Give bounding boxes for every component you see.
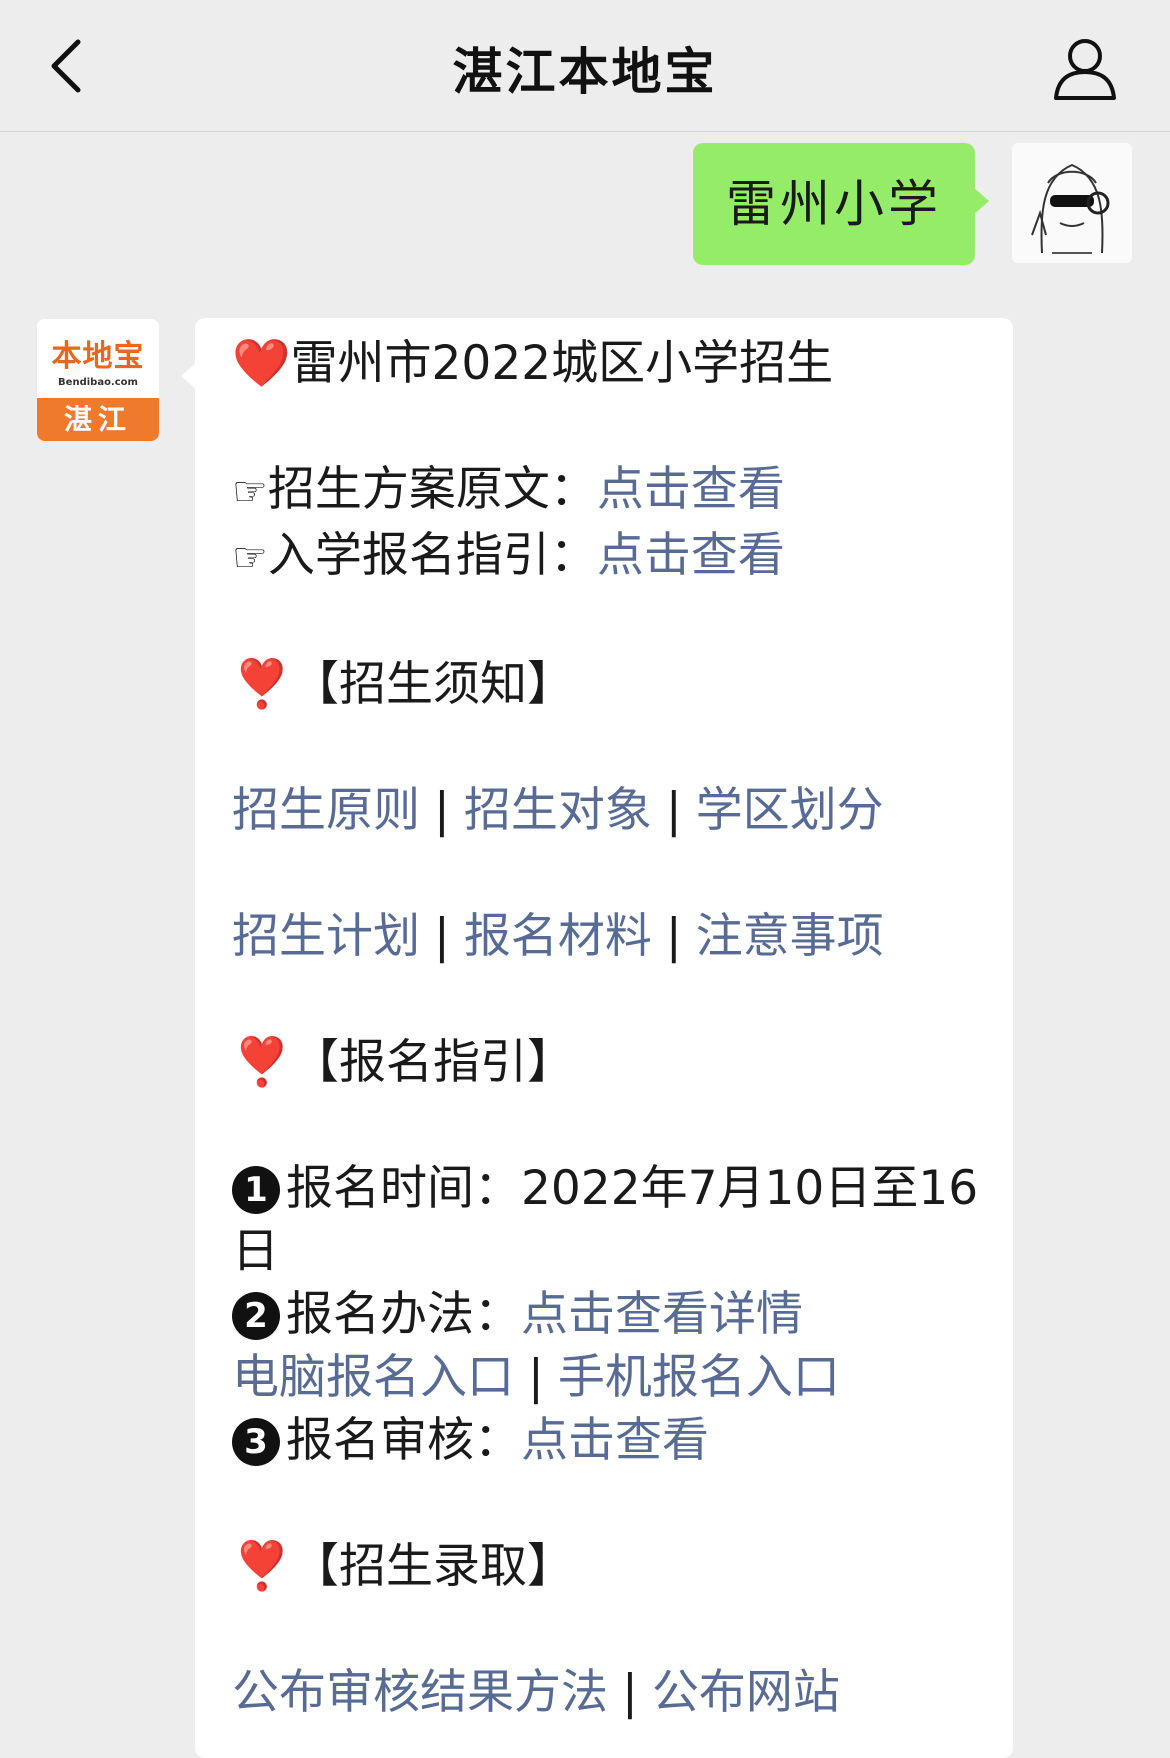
- message-content: ❤️雷州市2022城区小学招生 ☞招生方案原文：点击查看 ☞入学报名指引：点击查…: [232, 332, 992, 1724]
- section-heading-text: 【招生录取】: [292, 1539, 574, 1594]
- incoming-message-bubble: ❤️雷州市2022城区小学招生 ☞招生方案原文：点击查看 ☞入学报名指引：点击查…: [181, 318, 1013, 1758]
- link-school-districts[interactable]: 学区划分: [696, 783, 884, 838]
- user-avatar[interactable]: [1012, 143, 1132, 263]
- section-heading: ❣️【招生录取】: [232, 1535, 992, 1598]
- exclamation-heart-icon: ❣️: [232, 657, 292, 712]
- separator: |: [434, 783, 450, 838]
- outgoing-message-bubble[interactable]: 雷州小学: [693, 143, 989, 265]
- list-item-label: 报名时间：: [286, 1161, 521, 1216]
- outgoing-message-row: 雷州小学: [0, 143, 1170, 268]
- section-heading: ❣️【报名指引】: [232, 1031, 992, 1094]
- section-heading: ❣️【招生须知】: [232, 653, 992, 716]
- exclamation-heart-icon: ❣️: [232, 1035, 292, 1090]
- section-heading-text: 【报名指引】: [292, 1035, 574, 1090]
- list-item: 2 报名办法：点击查看详情: [232, 1283, 992, 1346]
- separator: |: [665, 909, 682, 964]
- separator: |: [665, 783, 682, 838]
- link-row: 电脑报名入口 | 手机报名入口: [232, 1346, 992, 1409]
- outgoing-message-text: 雷州小学: [726, 175, 942, 233]
- link-row: 公布审核结果方法 | 公布网站: [232, 1661, 992, 1724]
- separator: |: [434, 909, 450, 964]
- list-item-label: 报名办法：: [286, 1287, 521, 1342]
- pointing-hand-icon: ☞: [232, 535, 268, 581]
- number-two-icon: 2: [232, 1292, 280, 1340]
- link-row: 招生原则 | 招生对象 | 学区划分: [232, 779, 992, 842]
- logo-domain: Bendibao.com: [58, 377, 138, 388]
- logo-area: 本地宝 Bendibao.com: [37, 319, 159, 398]
- view-details-link[interactable]: 点击查看详情: [521, 1287, 803, 1342]
- link-row: 招生计划 | 报名材料 | 注意事项: [232, 905, 992, 968]
- number-one-icon: 1: [232, 1166, 280, 1214]
- list-item: 3 报名审核：点击查看: [232, 1409, 992, 1472]
- mobile-registration-link[interactable]: 手机报名入口: [558, 1350, 840, 1405]
- number-three-icon: 3: [232, 1418, 280, 1466]
- profile-button[interactable]: [1050, 34, 1120, 104]
- view-review-link[interactable]: 点击查看: [521, 1413, 709, 1468]
- list-item: ☞招生方案原文：点击查看: [232, 458, 992, 524]
- city-label: 湛江: [37, 398, 159, 441]
- separator: |: [622, 1665, 638, 1720]
- top-bar: 湛江本地宝: [0, 0, 1170, 132]
- list-item-label: 报名审核：: [286, 1413, 521, 1468]
- list-item-label: 入学报名指引：: [267, 528, 597, 583]
- bubble-tail: [181, 362, 197, 390]
- user-avatar-image: [1012, 143, 1132, 263]
- link-enrollment-principles[interactable]: 招生原则: [232, 783, 420, 838]
- bubble-tail: [973, 187, 989, 215]
- page-title: 湛江本地宝: [452, 43, 718, 101]
- section-heading-text: 【招生须知】: [292, 657, 574, 712]
- link-review-results-method[interactable]: 公布审核结果方法: [232, 1665, 608, 1720]
- list-item: ☞入学报名指引：点击查看: [232, 524, 992, 590]
- link-notes[interactable]: 注意事项: [696, 909, 884, 964]
- link-publish-website[interactable]: 公布网站: [652, 1665, 840, 1720]
- pointing-hand-icon: ☞: [232, 469, 268, 515]
- view-guide-link[interactable]: 点击查看: [597, 528, 785, 583]
- list-item: 1 报名时间：2022年7月10日至16日: [232, 1157, 992, 1283]
- exclamation-heart-icon: ❣️: [232, 1539, 292, 1594]
- separator: |: [528, 1350, 544, 1405]
- user-icon: [1054, 39, 1116, 100]
- list-item-label: 招生方案原文：: [267, 462, 597, 517]
- heart-icon: ❤️: [232, 336, 291, 391]
- link-enrollment-targets[interactable]: 招生对象: [464, 783, 652, 838]
- official-account-avatar[interactable]: 本地宝 Bendibao.com 湛江: [37, 319, 159, 441]
- link-registration-materials[interactable]: 报名材料: [464, 909, 652, 964]
- message-title-text: 雷州市2022城区小学招生: [290, 336, 834, 391]
- pc-registration-link[interactable]: 电脑报名入口: [232, 1350, 514, 1405]
- view-plan-link[interactable]: 点击查看: [597, 462, 785, 517]
- message-title: ❤️雷州市2022城区小学招生: [232, 332, 992, 395]
- link-enrollment-plan[interactable]: 招生计划: [232, 909, 420, 964]
- logo-text: 本地宝: [51, 339, 145, 374]
